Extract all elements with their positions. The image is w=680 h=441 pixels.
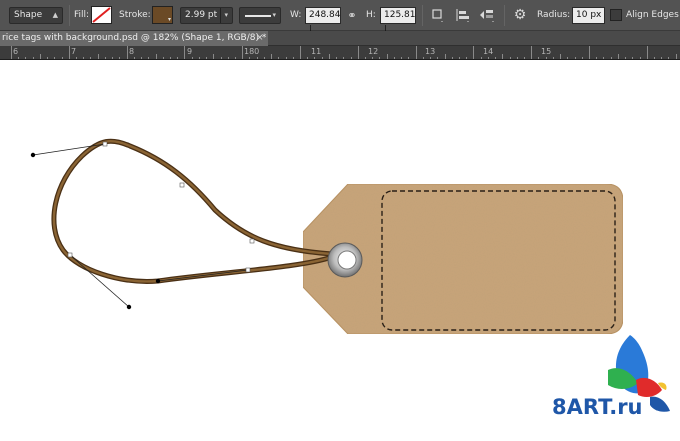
- stroke-width-field[interactable]: 2.99 pt ▾: [180, 7, 233, 24]
- align-edges-checkbox[interactable]: [610, 9, 622, 21]
- watermark-text: 8ART.ru: [552, 395, 643, 419]
- ruler-label: 11: [311, 47, 322, 56]
- ruler-label: 13: [425, 47, 436, 56]
- ruler-label: 14: [483, 47, 494, 56]
- height-label: H:: [366, 10, 376, 20]
- stroke-swatch[interactable]: ▾: [152, 6, 173, 24]
- ruler-label: 9: [187, 47, 193, 56]
- path-operations-icon[interactable]: [428, 7, 446, 24]
- tag-hole: [337, 250, 357, 270]
- chevron-down-icon: ▾: [220, 8, 228, 23]
- ruler-label: 8: [129, 47, 135, 56]
- radius-label: Radius:: [537, 10, 571, 20]
- chevron-down-icon: ▾: [272, 11, 276, 19]
- dropdown-arrow-icon: ▲: [52, 11, 58, 19]
- path-alignment-icon[interactable]: [453, 7, 471, 24]
- width-field[interactable]: 248.84 |: [305, 7, 341, 35]
- separator: [422, 5, 423, 26]
- ruler-label: 7: [71, 47, 77, 56]
- tag-string-highlight: [52, 139, 334, 283]
- ruler-ticks: [11, 46, 677, 59]
- tool-mode-dropdown[interactable]: Shape ▲: [9, 7, 63, 24]
- no-fill-swatch-icon: [92, 7, 111, 23]
- document-tab-title: rice tags with background.psd @ 182% (Sh…: [2, 33, 267, 43]
- stroke-type-dropdown[interactable]: ▾: [239, 7, 281, 24]
- height-field[interactable]: 125.81 |: [380, 7, 416, 35]
- swatch-menu-icon: ▾: [167, 16, 171, 23]
- ruler-label: 15: [541, 47, 552, 56]
- document-tab[interactable]: rice tags with background.psd @ 182% (Sh…: [0, 31, 268, 46]
- stroke-line-icon: [245, 15, 271, 17]
- fill-label: Fill:: [74, 10, 90, 20]
- horizontal-ruler[interactable]: 6 7 8 9 180 11 12 13 14 15: [0, 46, 680, 60]
- artwork: [30, 138, 670, 412]
- tool-mode-label: Shape: [14, 10, 43, 20]
- stroke-width-value: 2.99 pt: [185, 10, 218, 20]
- options-bar: Shape ▲ Fill: Stroke: ▾ 2.99 pt ▾ ▾ W: 2…: [0, 0, 680, 35]
- ruler-label: 180: [244, 47, 260, 56]
- align-edges-label: Align Edges: [626, 10, 679, 20]
- gear-icon[interactable]: ⚙: [511, 7, 529, 24]
- path-handles[interactable]: [30, 141, 255, 310]
- ruler-label: 6: [13, 47, 19, 56]
- width-label: W:: [290, 10, 302, 20]
- fill-swatch[interactable]: [91, 6, 112, 24]
- separator: [504, 5, 505, 26]
- link-icon[interactable]: ⚭: [343, 7, 361, 24]
- tag-string: [51, 138, 335, 284]
- separator: [69, 5, 70, 26]
- document-canvas[interactable]: 8ART.ru: [0, 60, 680, 441]
- ruler-label: 12: [368, 47, 379, 56]
- path-arrangement-icon[interactable]: [478, 7, 496, 24]
- radius-field[interactable]: 10 px: [572, 7, 605, 24]
- stroke-label: Stroke:: [119, 10, 151, 20]
- close-icon[interactable]: ×: [256, 31, 266, 46]
- document-tab-bar: rice tags with background.psd @ 182% (Sh…: [0, 31, 680, 46]
